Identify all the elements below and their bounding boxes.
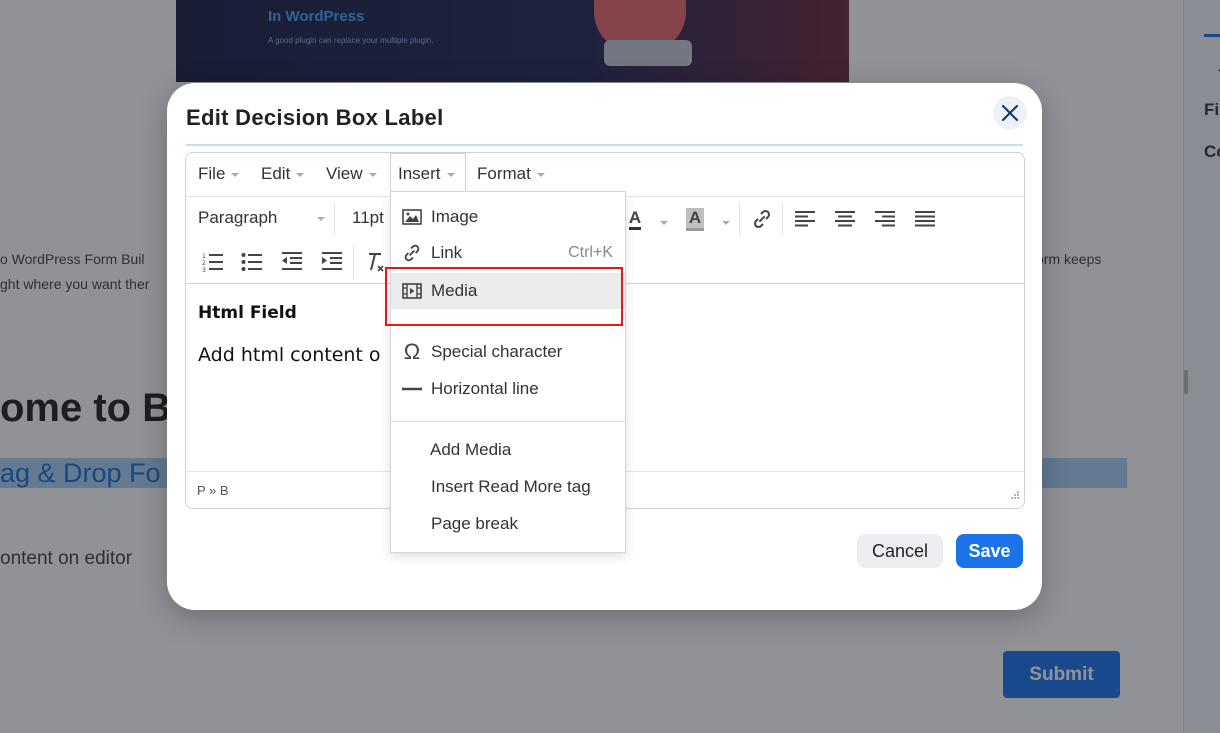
align-center-icon: [835, 211, 855, 227]
menu-item-label: Add Media: [430, 440, 512, 459]
indent-button[interactable]: [319, 249, 345, 275]
numbered-list-button[interactable]: 123: [200, 249, 226, 275]
content-paragraph: Add html content o: [198, 344, 381, 366]
menu-item-label: Special character: [431, 342, 563, 361]
menu-insert[interactable]: Insert: [398, 164, 455, 184]
block-format-select[interactable]: Paragraph: [198, 208, 326, 228]
menu-format[interactable]: Format: [477, 164, 545, 184]
title-divider: [186, 144, 1023, 146]
menu-view-label: View: [326, 164, 363, 183]
insert-dropdown-menu: Image Link Ctrl+K Media Ω Special charac…: [390, 191, 626, 553]
block-format-value: Paragraph: [198, 208, 278, 227]
bg-color-icon: A: [685, 207, 705, 231]
caret-down-icon: [368, 173, 377, 177]
menu-edit-label: Edit: [261, 164, 291, 183]
text-color-icon: A: [628, 208, 642, 230]
caret-down-icon: [317, 217, 326, 221]
menu-item-shortcut: Ctrl+K: [568, 244, 613, 261]
caret-down-icon[interactable]: [660, 221, 668, 225]
align-left-icon: [795, 211, 815, 227]
menu-item-special-character[interactable]: Ω Special character: [391, 334, 625, 370]
align-justify-icon: [915, 211, 935, 227]
element-path: P » B: [197, 483, 229, 498]
toolbar-separator: [782, 203, 783, 235]
indent-icon: [322, 252, 342, 270]
caret-down-icon: [296, 173, 305, 177]
menu-file-label: File: [198, 164, 226, 183]
font-size-select[interactable]: 11pt: [352, 208, 384, 228]
close-button[interactable]: [993, 96, 1027, 130]
svg-text:2: 2: [202, 260, 206, 267]
align-right-button[interactable]: [872, 207, 898, 231]
cancel-button[interactable]: Cancel: [857, 534, 943, 568]
content-heading: Html Field: [198, 303, 297, 323]
align-justify-button[interactable]: [912, 207, 938, 231]
caret-down-icon: [446, 173, 455, 177]
bg-color-button[interactable]: A: [682, 207, 708, 231]
toolbar-separator: [353, 245, 354, 279]
horizontal-line-icon: [401, 379, 423, 399]
align-right-icon: [875, 211, 895, 227]
bullet-list-button[interactable]: [239, 249, 265, 275]
clear-formatting-icon: [369, 253, 384, 272]
menu-item-label: Horizontal line: [431, 379, 539, 398]
menu-item-horizontal-line[interactable]: Horizontal line: [391, 371, 625, 407]
align-center-button[interactable]: [832, 207, 858, 231]
link-icon: [401, 243, 423, 263]
menu-edit[interactable]: Edit: [261, 164, 305, 184]
menu-file[interactable]: File: [198, 164, 240, 184]
menu-item-add-media[interactable]: Add Media: [391, 432, 625, 468]
caret-down-icon[interactable]: [722, 221, 730, 225]
toolbar-separator: [334, 203, 335, 235]
menu-item-image[interactable]: Image: [391, 199, 625, 235]
menu-view[interactable]: View: [326, 164, 377, 184]
omega-icon: Ω: [403, 339, 421, 364]
close-icon: [1001, 104, 1019, 122]
menu-separator: [391, 421, 625, 422]
menu-item-page-break[interactable]: Page break: [391, 506, 625, 542]
caret-down-icon: [536, 173, 545, 177]
menu-item-label: Image: [431, 207, 479, 226]
svg-text:3: 3: [202, 267, 206, 273]
font-size-value: 11pt: [352, 208, 384, 227]
save-button[interactable]: Save: [956, 534, 1023, 568]
menu-item-label: Insert Read More tag: [431, 477, 591, 496]
resize-handle-icon[interactable]: [1010, 487, 1020, 505]
insert-link-button[interactable]: [750, 207, 774, 231]
menu-insert-label: Insert: [398, 164, 441, 183]
toolbar-separator: [739, 203, 740, 235]
menu-item-link[interactable]: Link Ctrl+K: [391, 235, 625, 271]
svg-text:1: 1: [202, 253, 206, 260]
menu-item-read-more[interactable]: Insert Read More tag: [391, 469, 625, 505]
highlight-annotation-box: [385, 267, 623, 326]
caret-down-icon: [231, 173, 240, 177]
outdent-icon: [282, 252, 302, 270]
outdent-button[interactable]: [279, 249, 305, 275]
numbered-list-icon: 123: [202, 253, 223, 273]
link-icon: [753, 209, 771, 229]
align-left-button[interactable]: [792, 207, 818, 231]
menu-format-label: Format: [477, 164, 531, 183]
bullet-list-icon: [241, 253, 262, 271]
dialog-title: Edit Decision Box Label: [186, 105, 444, 130]
menu-item-label: Link: [431, 243, 463, 262]
menu-item-label: Page break: [431, 514, 518, 533]
image-icon: [401, 207, 423, 227]
